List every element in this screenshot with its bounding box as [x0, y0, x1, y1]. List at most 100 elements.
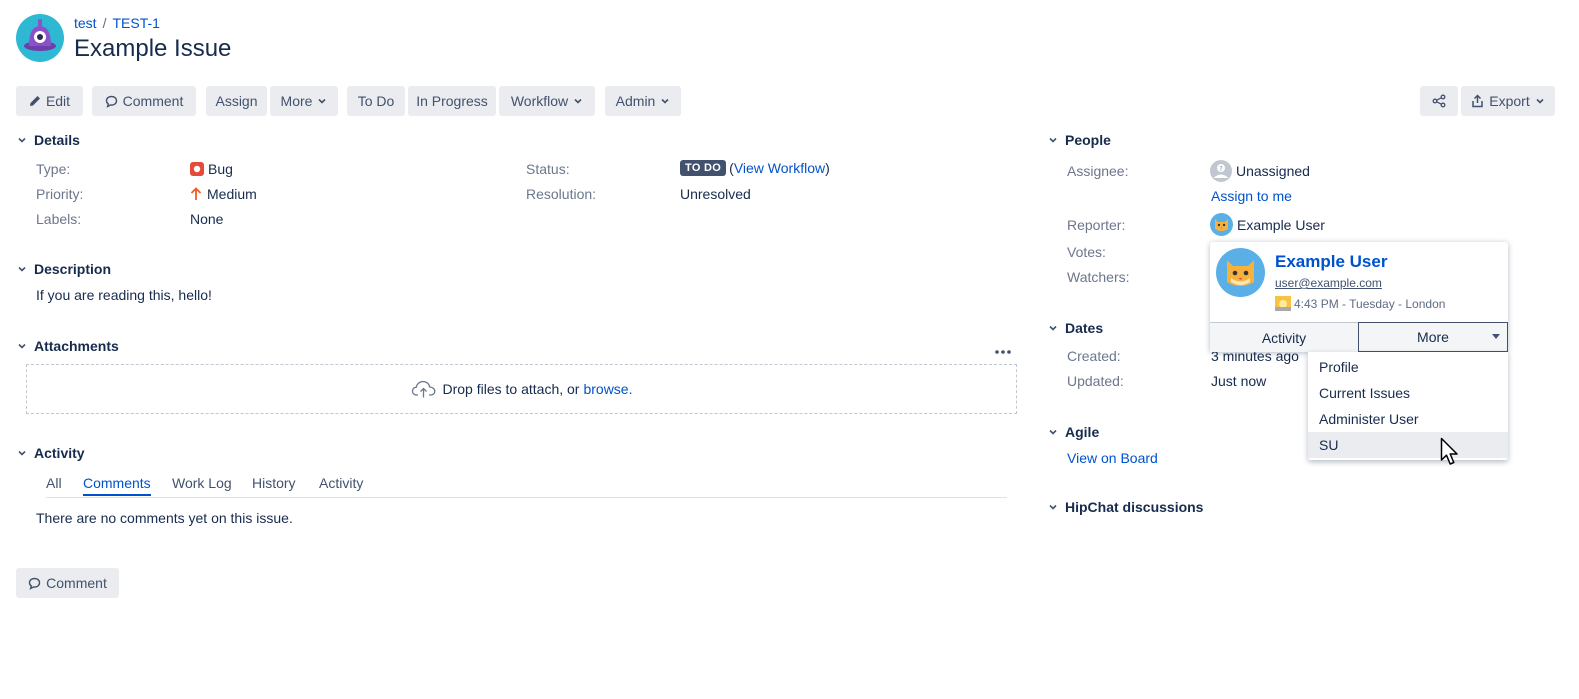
ellipsis-icon[interactable] [994, 342, 1012, 358]
user-hover-card: Example User user@example.com 4:43 PM - … [1210, 242, 1508, 352]
assign-to-me-link[interactable]: Assign to me [1211, 188, 1292, 204]
assign-button[interactable]: Assign [206, 86, 267, 116]
svg-text:?: ? [1219, 165, 1223, 173]
cat-avatar-icon [1210, 213, 1233, 236]
project-avatar-icon[interactable] [16, 14, 64, 62]
chevron-down-icon [1049, 504, 1057, 510]
chevron-down-icon [661, 98, 669, 104]
attachment-dropzone[interactable]: Drop files to attach, or browse. [26, 364, 1017, 414]
priority-label: Priority: [36, 186, 84, 202]
type-value: Bug [190, 161, 233, 177]
people-section-toggle[interactable]: People [1047, 132, 1111, 148]
priority-value: Medium [190, 186, 257, 202]
breadcrumb-project-link[interactable]: test [74, 15, 97, 31]
watchers-label: Watchers: [1067, 269, 1130, 285]
tab-work-log[interactable]: Work Log [172, 475, 232, 491]
add-comment-button[interactable]: Comment [16, 568, 119, 598]
cat-avatar-icon [1216, 248, 1265, 297]
pencil-icon [29, 96, 40, 106]
attachments-section-toggle[interactable]: Attachments [16, 338, 119, 354]
workflow-button-label: Workflow [510, 93, 569, 109]
chevron-down-icon [1049, 429, 1057, 435]
export-button-label: Export [1489, 93, 1530, 109]
unknown-user-icon: ? [1210, 160, 1232, 182]
arrow-up-icon [190, 187, 202, 200]
no-comments-text: There are no comments yet on this issue. [36, 510, 293, 526]
admin-button-label: Admin [615, 93, 656, 109]
activity-section-toggle[interactable]: Activity [16, 445, 85, 461]
reporter-value-text: Example User [1237, 216, 1325, 233]
speech-bubble-icon [105, 95, 117, 108]
dates-section-toggle[interactable]: Dates [1047, 320, 1103, 336]
caret-down-icon [1492, 334, 1500, 339]
assignee-label: Assignee: [1067, 163, 1129, 179]
agile-section-toggle[interactable]: Agile [1047, 424, 1099, 440]
reporter-value[interactable]: Example User [1210, 213, 1325, 236]
user-card-more-button[interactable]: More [1358, 322, 1508, 352]
local-time-text: 4:43 PM - Tuesday - London [1294, 296, 1446, 311]
breadcrumb: test / TEST-1 [74, 15, 160, 31]
attachments-heading: Attachments [34, 338, 119, 354]
mouse-pointer-icon [1440, 437, 1458, 465]
updated-label: Updated: [1067, 373, 1124, 389]
browse-link[interactable]: browse. [583, 381, 632, 397]
activity-heading: Activity [34, 445, 85, 461]
activity-button-label: Activity [1261, 329, 1307, 346]
hipchat-section-toggle[interactable]: HipChat discussions [1047, 499, 1203, 515]
tab-activity[interactable]: Activity [319, 475, 363, 491]
menu-item-profile[interactable]: Profile [1308, 354, 1508, 380]
menu-item-su[interactable]: SU [1308, 432, 1508, 458]
details-section-toggle[interactable]: Details [16, 132, 80, 148]
details-heading: Details [34, 132, 80, 148]
assignee-value: ? Unassigned [1210, 160, 1310, 182]
chevron-down-icon [18, 343, 26, 349]
bug-icon [190, 162, 204, 176]
admin-button[interactable]: Admin [605, 86, 681, 116]
drop-files-text: Drop files to attach, or [442, 381, 580, 397]
status-value: TO DO ( View Workflow ) [680, 160, 830, 176]
export-button[interactable]: Export [1461, 86, 1555, 116]
user-card-activity-button[interactable]: Activity [1210, 322, 1358, 352]
labels-value[interactable]: None [190, 211, 223, 227]
hipchat-heading: HipChat discussions [1065, 499, 1204, 515]
user-card-more-menu: Profile Current Issues Administer User S… [1308, 352, 1508, 460]
todo-button-label: To Do [357, 93, 395, 109]
in-progress-transition-button[interactable]: In Progress [408, 86, 496, 116]
agile-heading: Agile [1065, 424, 1100, 440]
tab-history[interactable]: History [252, 475, 296, 491]
comment-button[interactable]: Comment [92, 86, 196, 116]
user-card-email[interactable]: user@example.com [1275, 276, 1382, 290]
more-button[interactable]: More [270, 86, 338, 116]
status-label: Status: [526, 161, 570, 177]
tab-all[interactable]: All [46, 475, 62, 491]
share-button[interactable] [1420, 86, 1458, 116]
type-label: Type: [36, 161, 71, 177]
description-section-toggle[interactable]: Description [16, 261, 111, 277]
todo-transition-button[interactable]: To Do [347, 86, 405, 116]
export-icon [1472, 94, 1484, 108]
updated-value: Just now [1211, 373, 1267, 389]
menu-item-administer-user[interactable]: Administer User [1308, 406, 1508, 432]
chevron-down-icon [18, 450, 26, 456]
page-title[interactable]: Example Issue [74, 35, 231, 63]
workflow-button[interactable]: Workflow [499, 86, 595, 116]
edit-button[interactable]: Edit [16, 86, 83, 116]
tab-comments[interactable]: Comments [83, 475, 151, 496]
cloud-upload-icon [411, 380, 435, 398]
breadcrumb-issue-link[interactable]: TEST-1 [112, 15, 159, 31]
share-icon [1432, 94, 1446, 108]
status-badge: TO DO [680, 160, 727, 176]
breadcrumb-separator: / [102, 15, 107, 31]
user-card-name[interactable]: Example User [1275, 252, 1387, 272]
view-workflow-link[interactable]: View Workflow [734, 160, 825, 176]
chevron-down-icon [1536, 98, 1544, 104]
chevron-down-icon [574, 98, 582, 104]
in-progress-button-label: In Progress [416, 93, 488, 109]
people-heading: People [1065, 132, 1111, 148]
edit-button-label: Edit [45, 93, 71, 109]
view-on-board-link[interactable]: View on Board [1067, 450, 1158, 466]
menu-item-current-issues[interactable]: Current Issues [1308, 380, 1508, 406]
assign-button-label: Assign [215, 93, 258, 109]
chevron-down-icon [1049, 325, 1057, 331]
description-text[interactable]: If you are reading this, hello! [36, 287, 212, 303]
